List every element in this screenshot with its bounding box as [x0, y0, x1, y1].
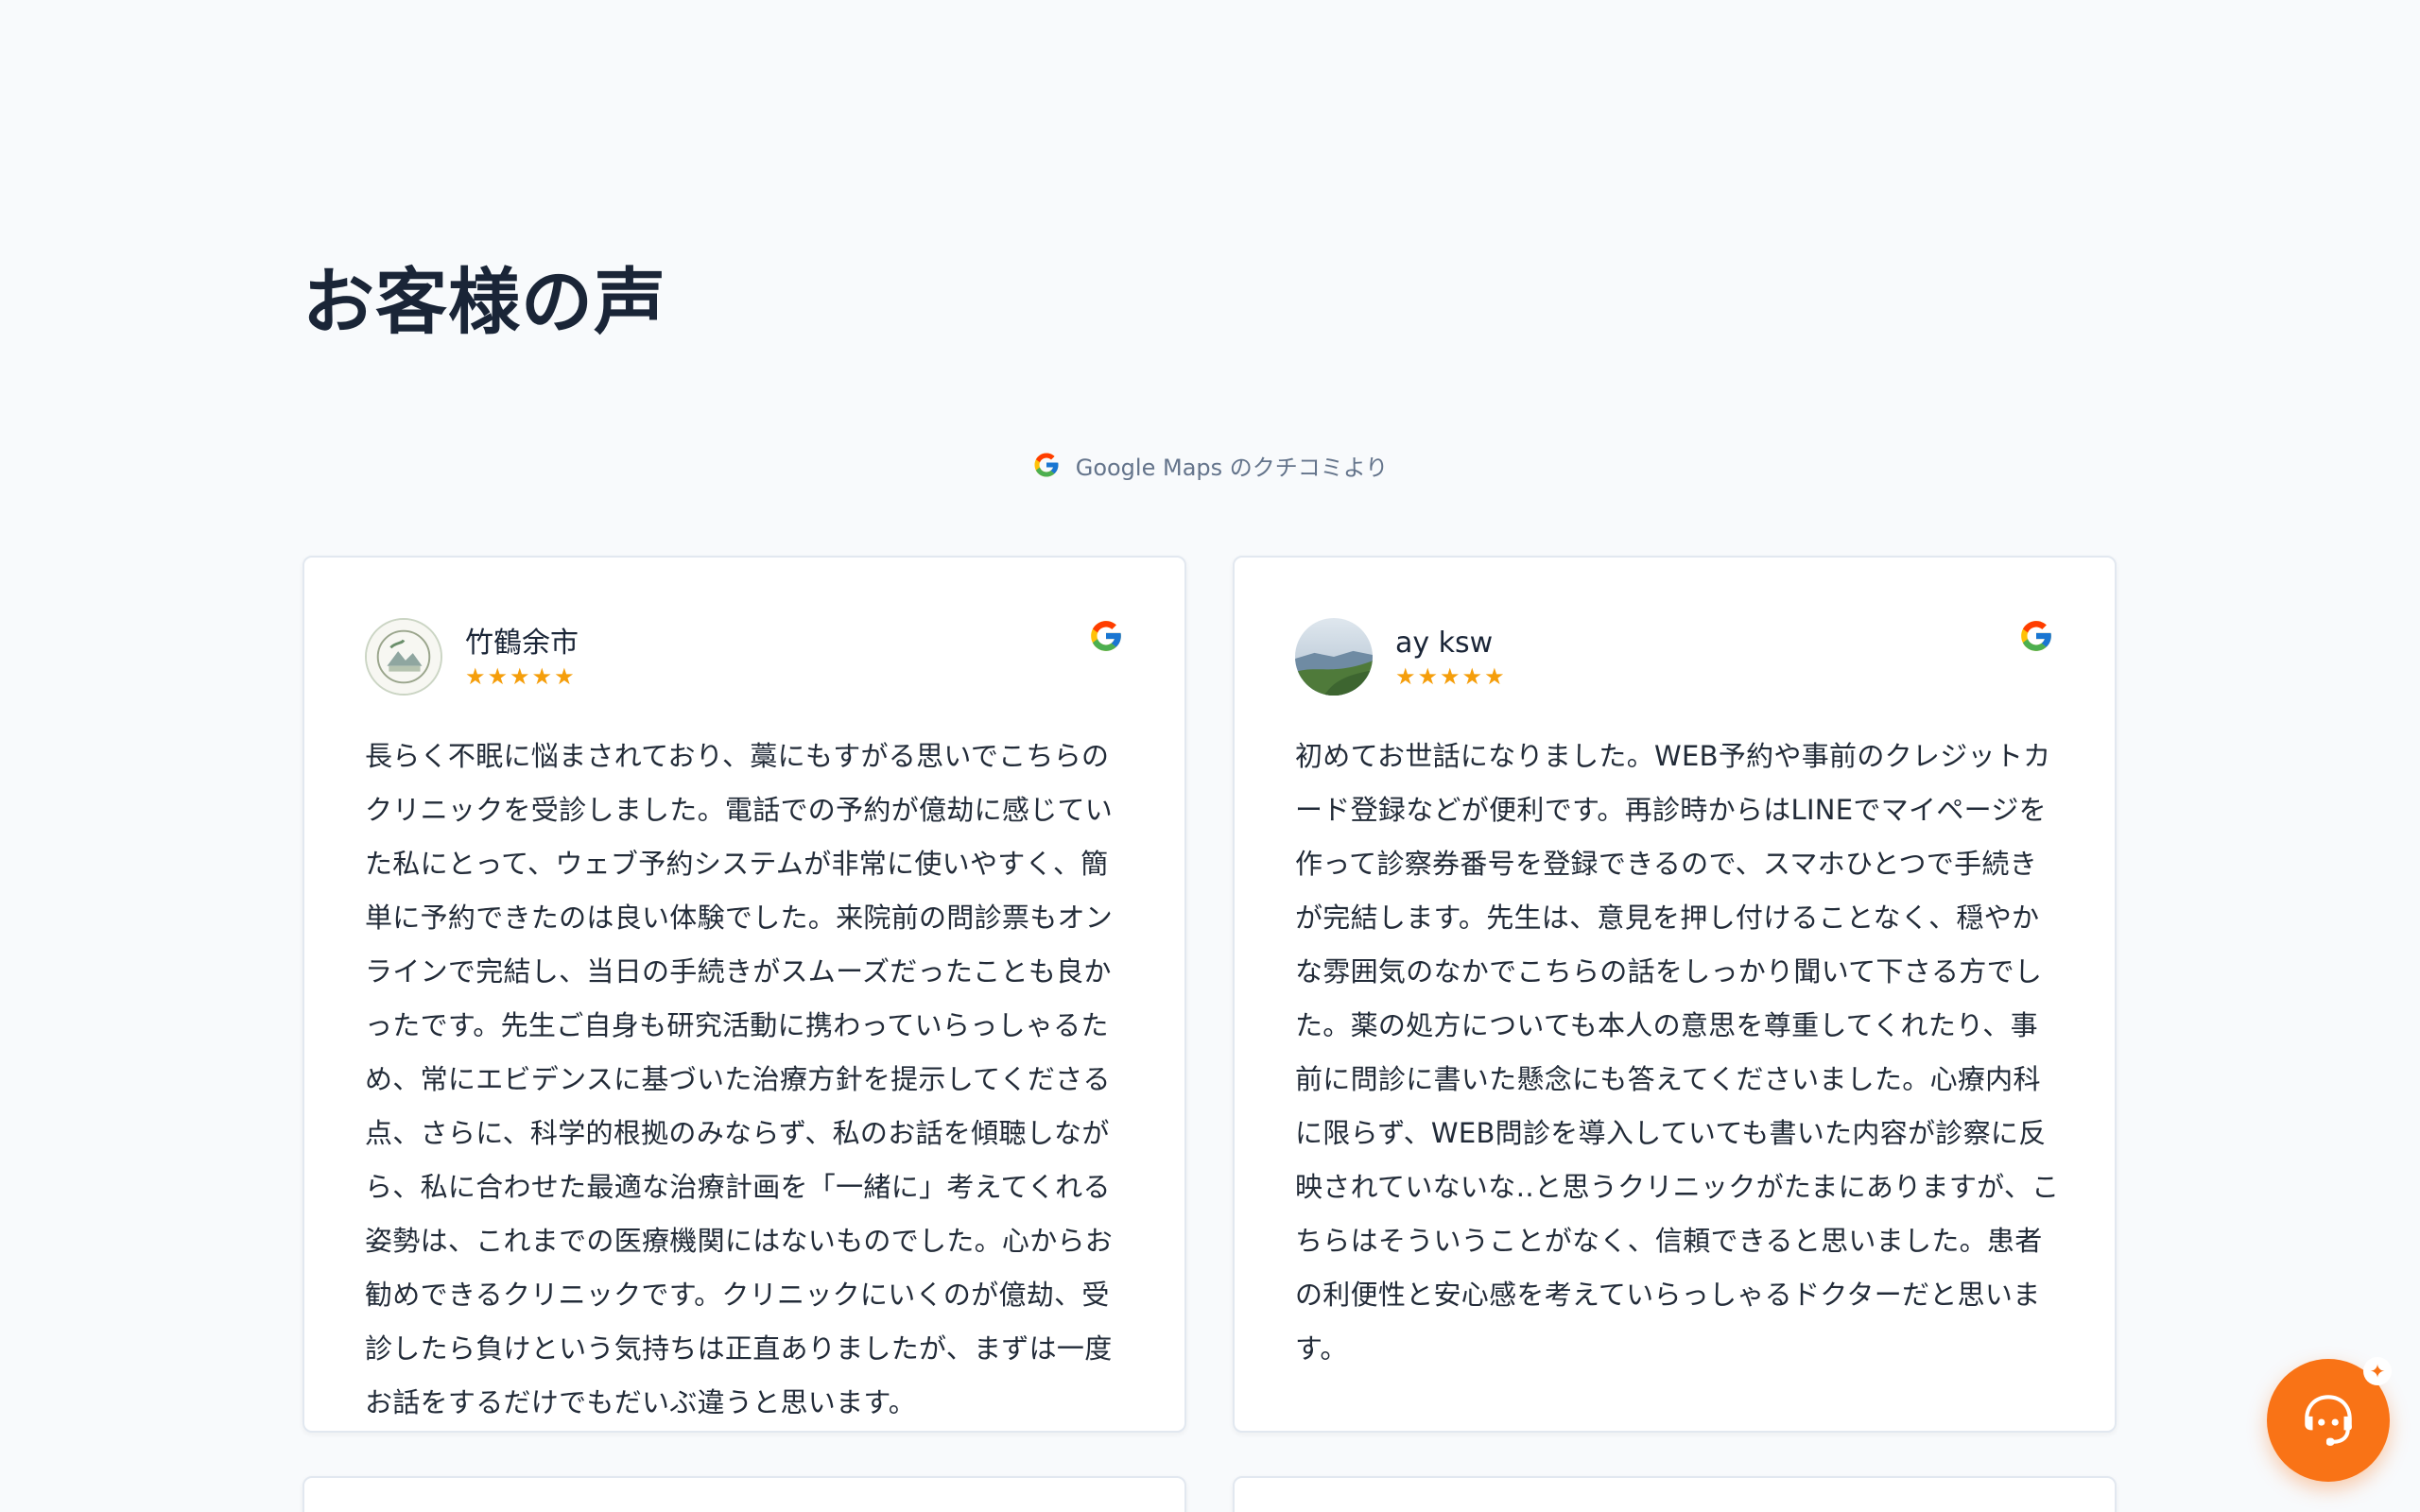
star-rating: ★★★★★: [1395, 663, 1507, 690]
review-source: Google Maps のクチコミより: [0, 444, 2420, 486]
review-card: [302, 1476, 1186, 1512]
reviewer-header: 竹鶴余市 ★★★★★: [365, 618, 579, 696]
reviewer-info: ay ksw ★★★★★: [1395, 625, 1507, 689]
review-card: [1233, 1476, 2117, 1512]
google-g-icon: [1088, 618, 1124, 654]
review-source-text: Google Maps のクチコミより: [1075, 454, 1389, 481]
review-text: 初めてお世話になりました。WEB予約や事前のクレジットカード登録などが便利です。…: [1295, 740, 2060, 1365]
google-g-icon: [2018, 618, 2054, 654]
review-text: 長らく不眠に悩まされており、藁にもすがる思いでこちらのクリニックを受診しました。…: [365, 740, 1114, 1418]
avatar: [1295, 618, 1373, 696]
chat-support-icon: [2297, 1389, 2360, 1452]
reviewer-name: 竹鶴余市: [465, 627, 579, 660]
star-rating: ★★★★★: [465, 663, 577, 690]
chat-button[interactable]: ✦: [2267, 1357, 2392, 1482]
reviewer-info: 竹鶴余市 ★★★★★: [465, 625, 579, 689]
reviewer-header: ay ksw ★★★★★: [1295, 618, 1507, 696]
reviewer-name: ay ksw: [1395, 627, 1494, 660]
avatar: [365, 618, 442, 696]
section-title: お客様の声: [302, 260, 666, 344]
review-card: ay ksw ★★★★★ 初めてお世話になりました。WEB予約や事前のクレジット…: [1233, 556, 2117, 1433]
review-card: 竹鶴余市 ★★★★★ 長らく不眠に悩まされており、藁にもすがる思いでこちらのクリ…: [302, 556, 1186, 1433]
page: お客様の声 Google Maps のクチコミより 竹鶴余市 ★★★★★ 長らく…: [0, 0, 2420, 1512]
google-g-icon: [1032, 451, 1061, 479]
sparkle-badge: ✦: [2363, 1357, 2392, 1385]
